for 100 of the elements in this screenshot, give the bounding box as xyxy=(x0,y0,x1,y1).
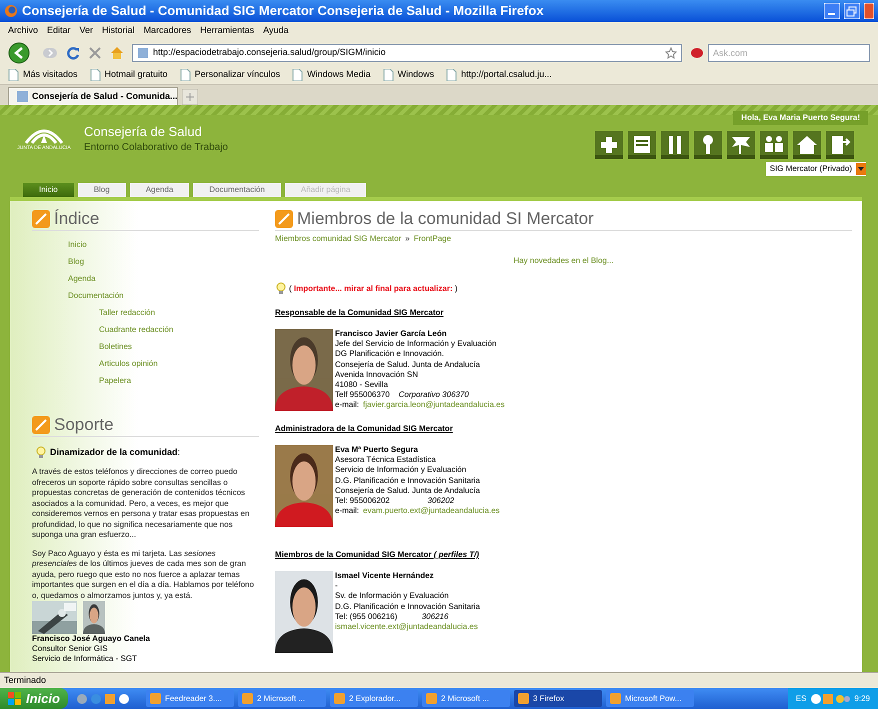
key-icon[interactable] xyxy=(694,131,722,159)
section-title: Miembros de la comunidad SI Mercator xyxy=(297,209,594,229)
support-paragraph: Soy Paco Aguayo y ésta es mi tarjeta. Las sesiones presenciales de los últimos jueves de cada mes son de gran ayuda, pero ruego que esto no nos fuerce a aplazar temas importantes que surgen en el día a día. Hablamos por teléfono o, quedamos o almorzamos juntos y, ya está. xyxy=(32,548,255,601)
site-subtitle: Entorno Colaborativo de Trabajo xyxy=(84,141,229,155)
person-detail: D.G. Planificación e Innovación Sanitaria xyxy=(335,602,480,612)
index-link[interactable]: Documentación xyxy=(68,287,259,304)
search-field[interactable]: Ask.com xyxy=(708,44,870,62)
reload-button[interactable] xyxy=(66,46,80,60)
minimize-button[interactable] xyxy=(824,3,840,19)
exit-icon[interactable] xyxy=(826,131,854,159)
page-icon xyxy=(137,46,149,58)
person-detail: Telf 955006370 Corporativo 306370 xyxy=(335,390,470,400)
person-detail: - xyxy=(335,581,339,592)
breadcrumb-link[interactable]: Miembros comunidad SIG Mercator xyxy=(275,233,402,245)
menu-item[interactable]: Ver xyxy=(80,24,94,38)
taskbar-button[interactable]: 3 Firefox xyxy=(514,690,602,707)
email-link[interactable]: ismael.vicente.ext@juntadeandalucia.es xyxy=(335,622,478,632)
index-link[interactable]: Articulos opinión xyxy=(68,355,259,372)
person-detail: Asesora Técnica Estadística xyxy=(335,455,437,466)
index-link[interactable]: Agenda xyxy=(68,270,259,287)
index-link[interactable]: Blog xyxy=(68,253,259,270)
person-name: Eva Mª Puerto Segura xyxy=(335,445,419,456)
person-detail: Servicio de Informática - SGT xyxy=(32,654,138,664)
tools-icon[interactable] xyxy=(661,131,689,159)
page-icon xyxy=(90,69,101,81)
nav-tab[interactable]: Blog xyxy=(78,183,126,197)
bookmark[interactable]: Más visitados xyxy=(8,68,78,82)
tray-icons-drawing[interactable] xyxy=(810,692,850,704)
person-detail: DG Planificación e Innovación. xyxy=(335,349,445,360)
section-heading: Administradora de la Comunidad SIG Mercator xyxy=(275,423,454,435)
menu-item[interactable]: Marcadores xyxy=(144,24,192,38)
section-heading: Responsable de la Comunidad SIG Mercator xyxy=(275,307,444,319)
plus-icon[interactable] xyxy=(595,131,623,159)
bookmark[interactable]: http://portal.csalud.ju... xyxy=(446,68,552,82)
app-icon xyxy=(242,693,253,704)
breadcrumb-separator: » xyxy=(405,233,410,245)
browser-tab[interactable]: Consejería de Salud - Comunida... xyxy=(8,87,178,105)
support-paragraph: A través de estos teléfonos y direcciones de correo puedo ofreceros un soporte rápido sobre consultas sencillas o propuestas concretas de generación de contenidos técnicos asociados a la comunidad. Pero, a veces, es mejor que consideremos vernos en persona y tratar esas propuestas en profundidad, lo que no significa necesariamente que nos suponga una gran esfuerzo... xyxy=(32,467,250,540)
index-link[interactable]: Taller redacción xyxy=(68,304,259,321)
index-link[interactable]: Inicio xyxy=(68,236,259,253)
page-icon xyxy=(446,69,458,81)
email-label: e-mail: xyxy=(335,400,360,411)
page-icon xyxy=(180,69,191,81)
menu-item[interactable]: Archivo xyxy=(8,24,38,38)
taskbar-button[interactable]: 2 Microsoft ... xyxy=(422,690,510,707)
language-indicator[interactable]: ES xyxy=(796,692,806,704)
index-link[interactable]: Cuadrante redacción xyxy=(68,321,259,338)
people-icon[interactable] xyxy=(760,131,788,159)
pencil-icon xyxy=(32,210,50,228)
breadcrumb-link[interactable]: FrontPage xyxy=(414,233,452,245)
restore-button[interactable] xyxy=(844,3,860,19)
pencil-icon xyxy=(275,210,293,228)
bookmark[interactable]: Windows Media xyxy=(292,68,371,82)
taskbar-button[interactable]: 2 Microsoft ... xyxy=(238,690,326,707)
nav-tab[interactable]: Agenda xyxy=(130,183,190,197)
page-icon xyxy=(382,69,394,81)
person-detail: Servicio de Información y Evaluación xyxy=(335,465,468,476)
bookmark[interactable]: Personalizar vínculos xyxy=(180,68,280,82)
house-icon[interactable] xyxy=(793,131,821,159)
taskbar-button[interactable]: Feedreader 3.... xyxy=(146,690,234,707)
menu-item[interactable]: Editar xyxy=(47,24,71,38)
email-link[interactable]: fjavier.garcia.leon@juntadeandalucia.es xyxy=(363,400,505,411)
email-link[interactable]: evam.puerto.ext@juntadeandalucia.es xyxy=(363,506,500,516)
section-title: Índice xyxy=(54,209,100,229)
bookmark[interactable]: Windows xyxy=(382,68,434,82)
person-name: Ismael Vicente Hernández xyxy=(335,571,435,582)
close-button[interactable] xyxy=(864,3,874,19)
nav-tab[interactable]: Documentación xyxy=(193,183,281,197)
person-detail: D.G. Planificación e Innovación Sanitaria xyxy=(335,476,481,486)
star-icon[interactable] xyxy=(665,46,677,58)
page-icon xyxy=(292,69,304,81)
flag-icon[interactable] xyxy=(727,131,755,159)
menu-item[interactable]: Historial xyxy=(102,24,135,38)
app-icon xyxy=(610,693,621,704)
windows-logo-icon xyxy=(8,692,22,706)
taskbar-button[interactable]: Microsoft Pow... xyxy=(606,690,694,707)
nav-tab[interactable]: Inicio xyxy=(23,183,74,197)
search-engine-icon xyxy=(690,46,704,58)
app-icon xyxy=(334,693,345,704)
blog-notice-link[interactable]: Hay novedades en el Blog... xyxy=(513,255,614,267)
person-name: Francisco José Aguayo Canela xyxy=(32,634,151,644)
address-bar[interactable]: http://espaciodetrabajo.consejeria.salud/group/SIGM/inicio xyxy=(132,44,682,62)
taskbar-button[interactable]: 2 Explorador... xyxy=(330,690,418,707)
person-name: Francisco Javier García León xyxy=(335,329,448,340)
index-link[interactable]: Boletines xyxy=(68,338,259,355)
community-select[interactable]: SIG Mercator (Privado) xyxy=(766,162,866,176)
start-button[interactable]: Inicio xyxy=(0,688,68,709)
page-icon xyxy=(17,91,28,102)
menu-item[interactable]: Ayuda xyxy=(263,24,288,38)
site-name: Consejería de Salud xyxy=(84,123,203,140)
pencil-icon xyxy=(32,416,50,434)
bookmark[interactable]: Hotmail gratuito xyxy=(90,68,168,82)
section-title: Soporte xyxy=(54,415,114,435)
menu-item[interactable]: Herramientas xyxy=(200,24,254,38)
email-label: e-mail: xyxy=(335,506,360,516)
support-heading: Dinamizador de la comunidad: xyxy=(50,446,180,458)
app-icon xyxy=(426,693,437,704)
index-link[interactable]: Papelera xyxy=(68,372,259,389)
layout-icon[interactable] xyxy=(628,131,656,159)
window-title: Consejería de Salud - Comunidad SIG Mercator Consejeria de Salud - Mozilla Firefox xyxy=(22,2,545,20)
